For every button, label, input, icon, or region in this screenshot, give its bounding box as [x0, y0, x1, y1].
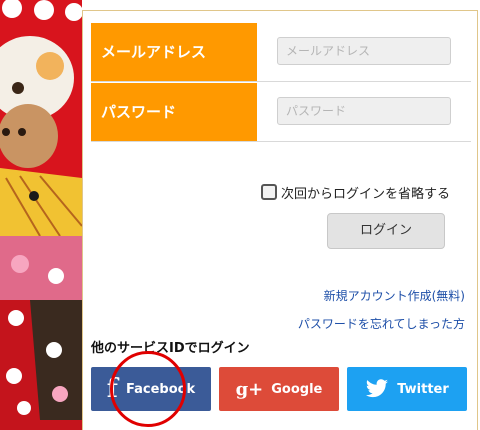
forgot-password-link[interactable]: パスワードを忘れてしまった方 [298, 315, 465, 332]
google-plus-icon: g+ [235, 378, 264, 400]
twitter-bird-icon [365, 379, 389, 399]
decorative-illustration [0, 0, 82, 430]
facebook-login-button[interactable]: f Facebook [91, 367, 211, 411]
google-label: Google [271, 381, 323, 397]
remember-login[interactable]: 次回からログインを省略する [261, 181, 450, 203]
password-row: パスワード [91, 83, 471, 142]
email-label: メールアドレス [91, 23, 257, 81]
remember-checkbox[interactable] [261, 184, 277, 200]
register-link[interactable]: 新規アカウント作成(無料) [324, 287, 465, 304]
facebook-icon: f [106, 374, 118, 404]
illustration-graphic [0, 0, 82, 430]
facebook-label: Facebook [125, 381, 196, 397]
remember-label: 次回からログインを省略する [281, 186, 451, 202]
login-button[interactable]: ログイン [327, 213, 445, 249]
password-label: パスワード [91, 83, 257, 141]
email-input[interactable] [277, 37, 451, 65]
email-row: メールアドレス [91, 23, 471, 82]
login-panel: メールアドレス パスワード 次回からログインを省略する ログイン 新規アカウント… [82, 10, 478, 430]
other-services-heading: 他のサービスIDでログイン [91, 341, 250, 356]
password-input[interactable] [277, 97, 451, 125]
twitter-login-button[interactable]: Twitter [347, 367, 467, 411]
twitter-label: Twitter [397, 381, 449, 397]
google-login-button[interactable]: g+ Google [219, 367, 339, 411]
